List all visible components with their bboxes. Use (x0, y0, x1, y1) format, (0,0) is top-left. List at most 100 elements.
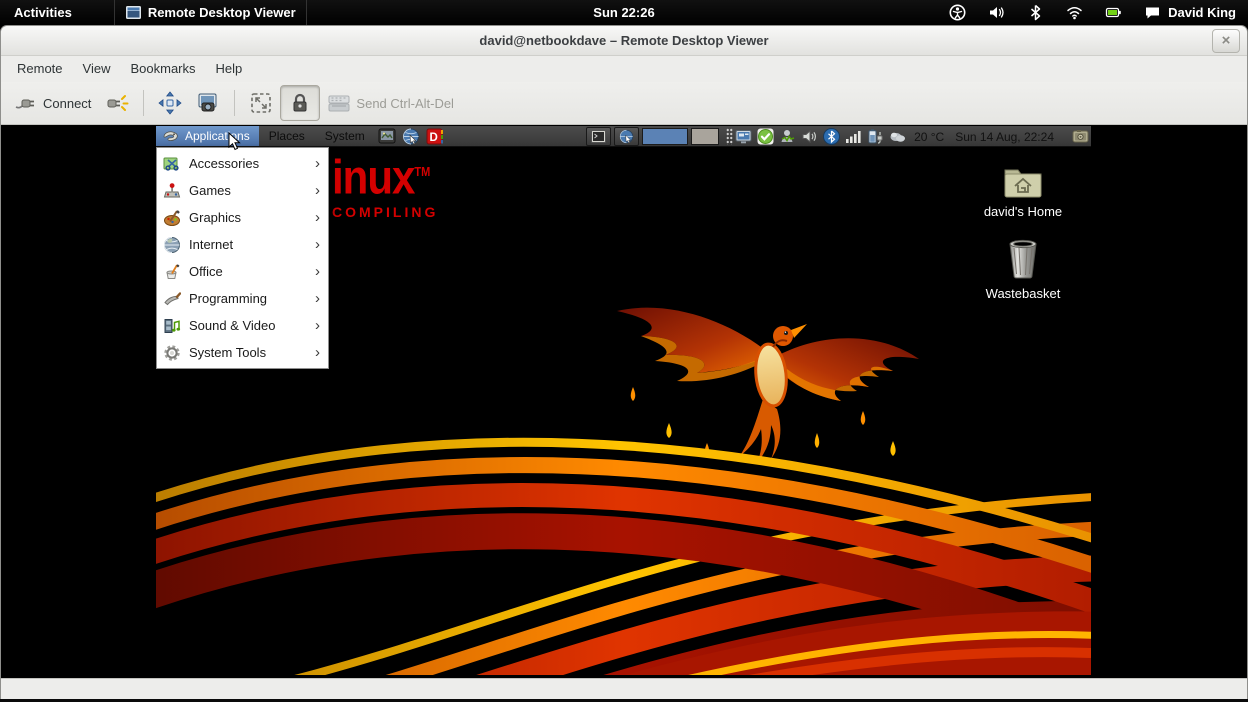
submenu-arrow-icon: › (315, 156, 320, 171)
toolbar-separator (234, 90, 235, 116)
close-button[interactable]: × (1212, 29, 1240, 53)
window-statusbar (1, 678, 1247, 700)
user-name-label: David King (1168, 5, 1236, 20)
window-list-item-browser[interactable] (614, 127, 639, 146)
menu-view[interactable]: View (73, 56, 121, 82)
distro-gecko-icon (161, 130, 180, 143)
menu-item-games[interactable]: Games › (157, 177, 328, 204)
menu-item-system-tools[interactable]: System Tools › (157, 339, 328, 366)
panel-menu-places[interactable]: Places (259, 126, 315, 146)
graphics-icon (163, 209, 181, 227)
tray-weather-icon[interactable] (889, 128, 906, 145)
menu-item-label: Games (189, 183, 231, 198)
submenu-arrow-icon: › (315, 237, 320, 252)
terminal-window-icon (591, 130, 606, 143)
menu-item-graphics[interactable]: Graphics › (157, 204, 328, 231)
gnome-top-bar: Activities Remote Desktop Viewer Sun 22:… (0, 0, 1248, 25)
submenu-arrow-icon: › (315, 264, 320, 279)
screenshot-camera-icon (196, 91, 220, 115)
menu-remote[interactable]: Remote (7, 56, 73, 82)
keyboard-icon (327, 91, 351, 115)
battery-icon[interactable] (1105, 4, 1122, 21)
submenu-arrow-icon: › (315, 345, 320, 360)
menu-item-label: Sound & Video (189, 318, 276, 333)
menu-item-internet[interactable]: Internet › (157, 231, 328, 258)
remote-view-area: inuxTM COMPILING (1, 125, 1247, 678)
connect-button[interactable]: Connect (7, 86, 98, 120)
remote-desktop-viewer-window: david@netbookdave – Remote Desktop Viewe… (0, 25, 1248, 699)
disconnect-plug-icon (105, 91, 129, 115)
window-title: david@netbookdave – Remote Desktop Viewe… (479, 33, 768, 48)
menu-bookmarks[interactable]: Bookmarks (120, 56, 205, 82)
fullscreen-arrows-icon (158, 91, 182, 115)
tray-display-icon[interactable] (735, 128, 752, 145)
ribbon-wallpaper-art (156, 356, 1091, 675)
connect-label: Connect (43, 96, 91, 111)
menu-item-label: Internet (189, 237, 233, 252)
panel-menu-applications[interactable]: Applications (156, 126, 259, 146)
panel-clock[interactable]: Sun 14 Aug, 22:24 (952, 130, 1057, 144)
sound-video-icon (163, 317, 181, 335)
menu-item-programming[interactable]: Programming › (157, 285, 328, 312)
menu-item-label: Office (189, 264, 223, 279)
workspace-switcher-active[interactable] (642, 128, 688, 145)
panel-temperature[interactable]: 20 °C (911, 130, 947, 144)
toolbar-separator (143, 90, 144, 116)
connect-plug-icon (14, 91, 38, 115)
remote-panel: Applications Places System D (156, 126, 1091, 147)
bluetooth-icon[interactable] (1027, 4, 1044, 21)
menu-item-office[interactable]: Office › (157, 258, 328, 285)
tray-signal-icon[interactable] (845, 128, 862, 145)
wifi-icon[interactable] (1066, 4, 1083, 21)
panel-drag-handle[interactable] (726, 128, 733, 145)
scaling-icon (249, 91, 273, 115)
window-list-item-terminal[interactable] (586, 127, 611, 146)
accessibility-icon[interactable] (949, 4, 966, 21)
submenu-arrow-icon: › (315, 183, 320, 198)
screenshot-launcher-icon[interactable] (378, 128, 396, 145)
keyboard-grab-button[interactable] (280, 85, 320, 121)
tray-volume-icon[interactable] (801, 128, 818, 145)
tray-updates-icon[interactable] (757, 128, 774, 145)
send-ctrl-alt-del-label: Send Ctrl-Alt-Del (356, 96, 454, 111)
menu-item-accessories[interactable]: Accessories › (157, 150, 328, 177)
dillo-launcher-icon[interactable]: D (426, 128, 444, 145)
fullscreen-button[interactable] (151, 86, 189, 120)
wallpaper-trademark: TM (414, 166, 430, 180)
games-icon (163, 182, 181, 200)
applications-menu: Accessories › Games › Graphics › Interne… (156, 147, 329, 369)
tray-bluetooth-icon[interactable] (823, 128, 840, 145)
programming-icon (163, 290, 181, 308)
window-toolbar: Connect Send Ctrl-Alt-Del (1, 82, 1247, 125)
menu-item-label: Graphics (189, 210, 241, 225)
workspace-switcher-other[interactable] (691, 128, 719, 145)
send-ctrl-alt-del-button[interactable]: Send Ctrl-Alt-Del (320, 86, 461, 120)
chat-bubble-icon (1144, 4, 1161, 21)
wallpaper-title: inux (332, 150, 414, 204)
menu-help[interactable]: Help (206, 56, 253, 82)
tray-user-activity-icon[interactable] (779, 128, 796, 145)
submenu-arrow-icon: › (315, 318, 320, 333)
mouse-cursor (228, 132, 241, 151)
user-menu[interactable]: David King (1144, 4, 1236, 21)
submenu-arrow-icon: › (315, 291, 320, 306)
desktop-icon-home[interactable]: david's Home (968, 164, 1078, 219)
browser-window-icon (619, 129, 634, 144)
tray-screenshot-icon[interactable] (1072, 128, 1089, 145)
menu-item-sound-video[interactable]: Sound & Video › (157, 312, 328, 339)
scaling-button[interactable] (242, 86, 280, 120)
desktop-icon-label: Wastebasket (968, 286, 1078, 301)
lock-icon (288, 91, 312, 115)
web-browser-launcher-icon[interactable] (402, 128, 420, 145)
disconnect-button[interactable] (98, 86, 136, 120)
remote-screen[interactable]: inuxTM COMPILING (156, 126, 1091, 675)
desktop-icon-wastebasket[interactable]: Wastebasket (968, 236, 1078, 301)
office-icon (163, 263, 181, 281)
screenshot-button[interactable] (189, 86, 227, 120)
system-tools-icon (163, 344, 181, 362)
accessories-icon (163, 155, 181, 173)
panel-menu-system[interactable]: System (315, 126, 375, 146)
tray-battery-icon[interactable] (867, 128, 884, 145)
menu-item-label: Accessories (189, 156, 259, 171)
volume-icon[interactable] (988, 4, 1005, 21)
